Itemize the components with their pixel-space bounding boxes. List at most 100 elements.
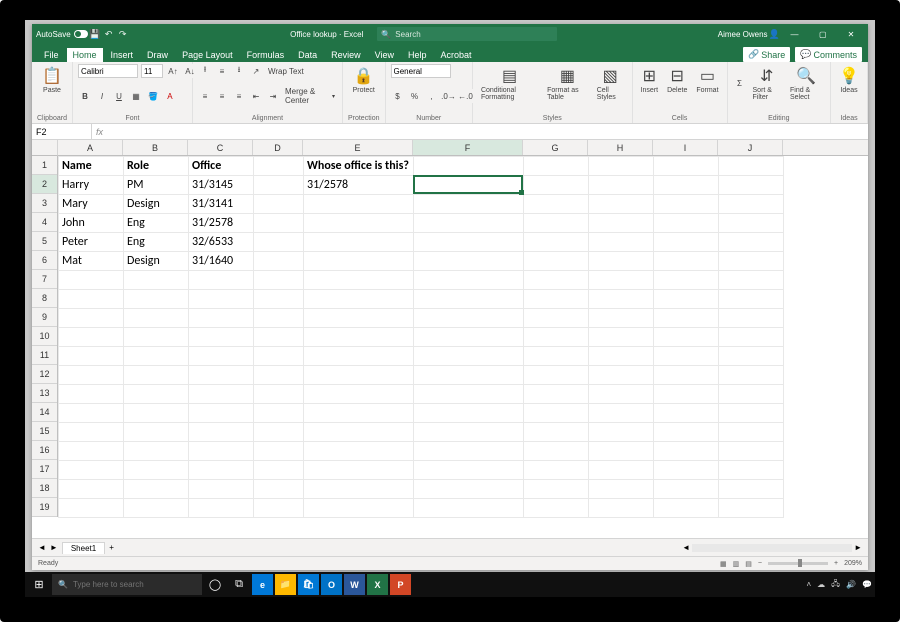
tab-data[interactable]: Data bbox=[292, 48, 323, 62]
row-header[interactable]: 9 bbox=[32, 308, 57, 327]
cell[interactable] bbox=[414, 195, 524, 214]
column-header[interactable]: A bbox=[58, 140, 123, 155]
word-icon[interactable]: W bbox=[344, 574, 365, 595]
tab-home[interactable]: Home bbox=[67, 48, 103, 62]
cell[interactable] bbox=[589, 271, 654, 290]
align-left-button[interactable]: ≡ bbox=[198, 89, 212, 103]
cell[interactable] bbox=[654, 461, 719, 480]
view-pagelayout-button[interactable]: ▥ bbox=[733, 560, 740, 568]
cell[interactable] bbox=[524, 442, 589, 461]
cell[interactable] bbox=[589, 366, 654, 385]
fx-icon[interactable]: fx bbox=[96, 127, 103, 137]
cell[interactable] bbox=[719, 309, 784, 328]
cell[interactable] bbox=[654, 347, 719, 366]
cell[interactable]: Mary bbox=[59, 195, 124, 214]
cell[interactable] bbox=[189, 347, 254, 366]
cell[interactable] bbox=[654, 404, 719, 423]
column-header[interactable]: D bbox=[253, 140, 303, 155]
zoom-out-button[interactable]: − bbox=[758, 560, 762, 567]
align-top-button[interactable]: ⭱ bbox=[198, 64, 212, 78]
row-header[interactable]: 5 bbox=[32, 232, 57, 251]
cell[interactable]: 32/6533 bbox=[189, 233, 254, 252]
cell[interactable] bbox=[524, 252, 589, 271]
cell[interactable] bbox=[59, 404, 124, 423]
cell[interactable]: 31/3141 bbox=[189, 195, 254, 214]
cell[interactable] bbox=[654, 157, 719, 176]
cell-styles-button[interactable]: ▧Cell Styles bbox=[594, 64, 627, 103]
cell[interactable] bbox=[124, 328, 189, 347]
store-icon[interactable]: 🛍 bbox=[298, 574, 319, 595]
cell[interactable] bbox=[414, 252, 524, 271]
cell[interactable] bbox=[524, 233, 589, 252]
cell[interactable] bbox=[189, 366, 254, 385]
cell[interactable]: PM bbox=[124, 176, 189, 195]
taskbar-search-input[interactable] bbox=[73, 580, 196, 589]
increase-decimal-button[interactable]: .0→ bbox=[442, 89, 456, 103]
cell[interactable]: John bbox=[59, 214, 124, 233]
cell[interactable] bbox=[254, 461, 304, 480]
format-as-table-button[interactable]: ▦Format as Table bbox=[544, 64, 591, 103]
row-header[interactable]: 16 bbox=[32, 441, 57, 460]
cell[interactable] bbox=[524, 347, 589, 366]
minimize-button[interactable]: — bbox=[782, 30, 808, 39]
cell[interactable] bbox=[124, 347, 189, 366]
tab-page-layout[interactable]: Page Layout bbox=[176, 48, 239, 62]
edge-icon[interactable]: e bbox=[252, 574, 273, 595]
cell[interactable] bbox=[414, 461, 524, 480]
cell[interactable] bbox=[589, 195, 654, 214]
cell[interactable] bbox=[414, 404, 524, 423]
cell[interactable] bbox=[654, 214, 719, 233]
column-header[interactable]: B bbox=[123, 140, 188, 155]
cell[interactable] bbox=[654, 271, 719, 290]
toggle-switch-icon[interactable] bbox=[74, 30, 88, 38]
cell[interactable] bbox=[254, 347, 304, 366]
cell[interactable] bbox=[254, 233, 304, 252]
cell[interactable] bbox=[719, 347, 784, 366]
cell[interactable] bbox=[589, 499, 654, 518]
insert-cells-button[interactable]: ⊞Insert bbox=[638, 64, 662, 96]
cell[interactable] bbox=[589, 233, 654, 252]
cell[interactable] bbox=[719, 461, 784, 480]
cell[interactable] bbox=[524, 366, 589, 385]
zoom-in-button[interactable]: + bbox=[834, 560, 838, 567]
cell[interactable] bbox=[719, 328, 784, 347]
cell[interactable] bbox=[254, 309, 304, 328]
tab-acrobat[interactable]: Acrobat bbox=[435, 48, 478, 62]
autosave-toggle[interactable]: AutoSave bbox=[36, 30, 88, 39]
cell[interactable] bbox=[719, 290, 784, 309]
font-size-select[interactable] bbox=[141, 64, 163, 78]
row-header[interactable]: 14 bbox=[32, 403, 57, 422]
cell[interactable] bbox=[589, 252, 654, 271]
row-header[interactable]: 11 bbox=[32, 346, 57, 365]
paste-button[interactable]: 📋 Paste bbox=[37, 64, 67, 96]
cell[interactable] bbox=[189, 404, 254, 423]
close-button[interactable]: ✕ bbox=[838, 30, 864, 39]
cell[interactable] bbox=[414, 442, 524, 461]
sheet-table[interactable]: NameRoleOfficeWhose office is this?Harry… bbox=[58, 156, 784, 518]
cell[interactable] bbox=[524, 271, 589, 290]
cell[interactable] bbox=[59, 499, 124, 518]
view-normal-button[interactable]: ▦ bbox=[720, 560, 727, 568]
cell[interactable] bbox=[254, 252, 304, 271]
cell[interactable] bbox=[124, 290, 189, 309]
cell[interactable]: Design bbox=[124, 195, 189, 214]
cell[interactable] bbox=[589, 176, 654, 195]
avatar[interactable]: 👤 bbox=[768, 27, 782, 41]
cell[interactable] bbox=[654, 233, 719, 252]
cell[interactable] bbox=[124, 404, 189, 423]
cell[interactable] bbox=[59, 271, 124, 290]
cell[interactable] bbox=[124, 309, 189, 328]
sheet-tab-sheet1[interactable]: Sheet1 bbox=[62, 542, 105, 554]
cell[interactable] bbox=[719, 214, 784, 233]
cell[interactable] bbox=[124, 271, 189, 290]
cell[interactable] bbox=[524, 214, 589, 233]
cell[interactable] bbox=[254, 423, 304, 442]
cell[interactable] bbox=[414, 233, 524, 252]
wrap-text-button[interactable]: Wrap Text bbox=[266, 64, 306, 78]
cell[interactable] bbox=[189, 309, 254, 328]
row-header[interactable]: 6 bbox=[32, 251, 57, 270]
cell[interactable]: 31/3145 bbox=[189, 176, 254, 195]
comments-button[interactable]: 💬Comments bbox=[795, 47, 862, 62]
cell[interactable] bbox=[719, 233, 784, 252]
cell[interactable] bbox=[589, 214, 654, 233]
